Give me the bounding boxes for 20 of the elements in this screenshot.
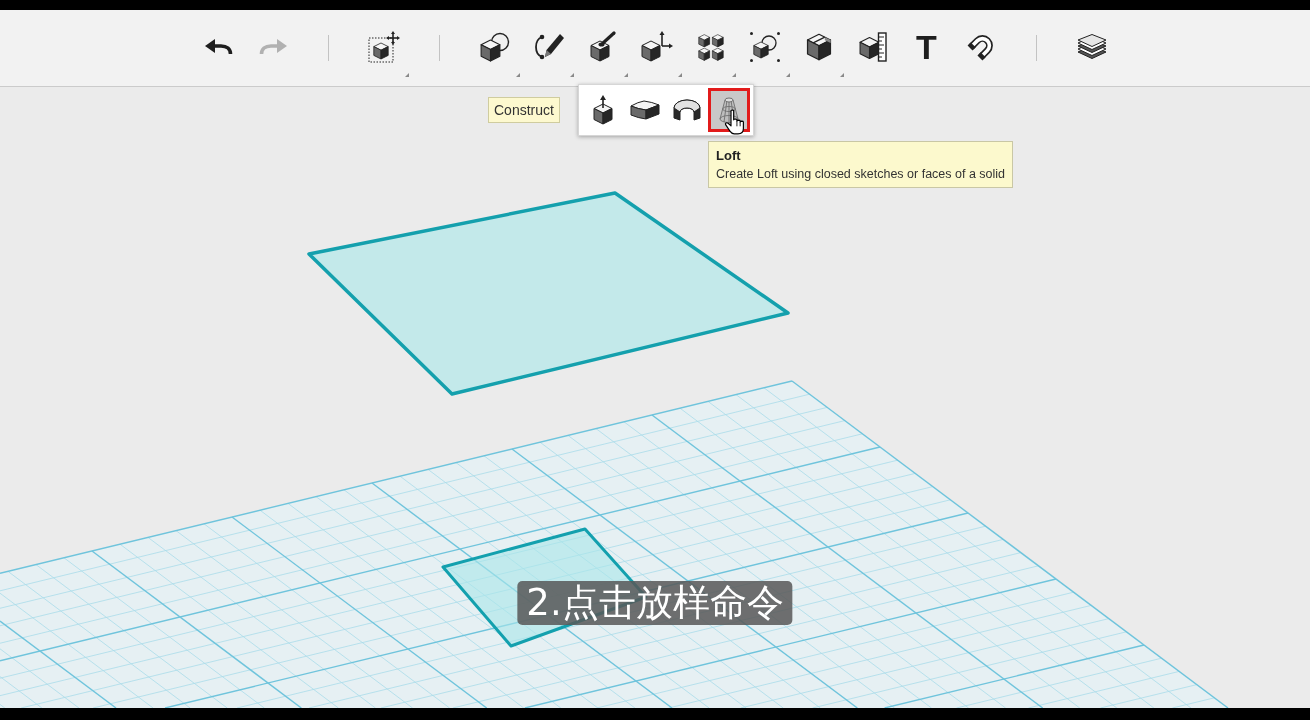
cube-ruler-icon[interactable] bbox=[858, 32, 887, 62]
cube-sphere-icon[interactable] bbox=[479, 32, 510, 62]
flyout-title: Construct bbox=[488, 97, 560, 123]
split-cube-icon[interactable] bbox=[805, 33, 832, 61]
cube-brush-icon[interactable] bbox=[588, 31, 617, 63]
cube-arrow-up-icon bbox=[592, 95, 614, 125]
magnet-icon[interactable] bbox=[965, 32, 996, 62]
curved-slab-icon bbox=[630, 99, 660, 121]
cube-axes-icon[interactable] bbox=[640, 31, 673, 63]
grouped-shapes-icon[interactable] bbox=[749, 32, 780, 62]
move-cube-icon[interactable] bbox=[367, 31, 400, 63]
tooltip-title: Loft bbox=[716, 147, 742, 165]
arch-solid-icon bbox=[673, 98, 701, 122]
text-tool-button[interactable]: T bbox=[916, 30, 937, 64]
stacked-layers-icon[interactable] bbox=[1076, 34, 1107, 60]
undo-icon[interactable] bbox=[204, 39, 233, 55]
tooltip-text: Create Loft using closed sketches or faces of a solid bbox=[716, 166, 1006, 183]
four-cubes-icon[interactable] bbox=[697, 33, 724, 61]
pencil-curve-icon[interactable] bbox=[532, 32, 565, 62]
subtitle-caption: 2.点击放样命令 bbox=[517, 581, 793, 625]
